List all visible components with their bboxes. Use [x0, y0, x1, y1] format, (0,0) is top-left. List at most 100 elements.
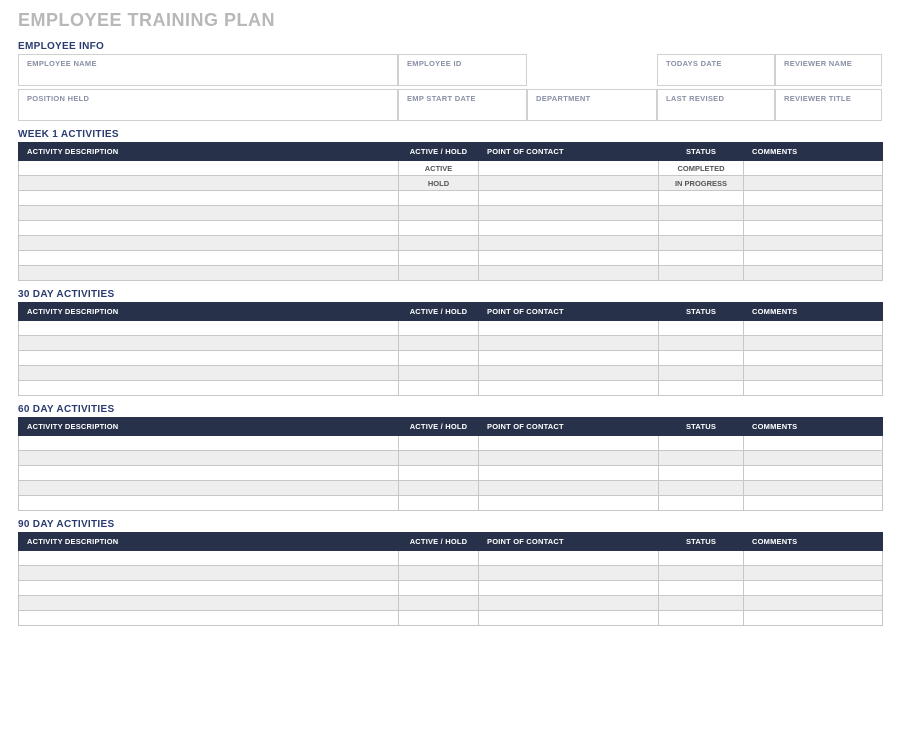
- cell-desc[interactable]: [19, 611, 399, 626]
- value-last-revised[interactable]: [657, 105, 775, 121]
- cell-status[interactable]: IN PROGRESS: [659, 176, 744, 191]
- cell-desc[interactable]: [19, 481, 399, 496]
- cell-contact[interactable]: [479, 581, 659, 596]
- cell-contact[interactable]: [479, 266, 659, 281]
- cell-desc[interactable]: [19, 321, 399, 336]
- cell-status[interactable]: [659, 451, 744, 466]
- cell-contact[interactable]: [479, 481, 659, 496]
- value-position-held[interactable]: [18, 105, 398, 121]
- cell-comments[interactable]: [744, 236, 883, 251]
- cell-contact[interactable]: [479, 466, 659, 481]
- cell-contact[interactable]: [479, 436, 659, 451]
- cell-contact[interactable]: [479, 191, 659, 206]
- cell-contact[interactable]: [479, 336, 659, 351]
- cell-desc[interactable]: [19, 551, 399, 566]
- cell-status[interactable]: [659, 581, 744, 596]
- cell-contact[interactable]: [479, 551, 659, 566]
- cell-contact[interactable]: [479, 321, 659, 336]
- cell-comments[interactable]: [744, 176, 883, 191]
- cell-active[interactable]: [399, 251, 479, 266]
- cell-comments[interactable]: [744, 266, 883, 281]
- cell-contact[interactable]: [479, 161, 659, 176]
- cell-status[interactable]: [659, 366, 744, 381]
- cell-contact[interactable]: [479, 566, 659, 581]
- cell-status[interactable]: [659, 381, 744, 396]
- cell-status[interactable]: [659, 336, 744, 351]
- cell-status[interactable]: [659, 436, 744, 451]
- cell-contact[interactable]: [479, 496, 659, 511]
- cell-active[interactable]: [399, 451, 479, 466]
- cell-desc[interactable]: [19, 221, 399, 236]
- cell-active[interactable]: HOLD: [399, 176, 479, 191]
- cell-active[interactable]: [399, 466, 479, 481]
- cell-active[interactable]: [399, 436, 479, 451]
- cell-status[interactable]: [659, 221, 744, 236]
- cell-status[interactable]: [659, 251, 744, 266]
- cell-comments[interactable]: [744, 251, 883, 266]
- cell-status[interactable]: [659, 236, 744, 251]
- value-employee-name[interactable]: [18, 70, 398, 86]
- cell-desc[interactable]: [19, 436, 399, 451]
- cell-status[interactable]: [659, 551, 744, 566]
- cell-comments[interactable]: [744, 581, 883, 596]
- cell-status[interactable]: [659, 481, 744, 496]
- value-reviewer-name[interactable]: [775, 70, 882, 86]
- cell-active[interactable]: [399, 496, 479, 511]
- cell-contact[interactable]: [479, 381, 659, 396]
- cell-active[interactable]: [399, 551, 479, 566]
- cell-desc[interactable]: [19, 176, 399, 191]
- cell-comments[interactable]: [744, 596, 883, 611]
- cell-desc[interactable]: [19, 366, 399, 381]
- cell-contact[interactable]: [479, 236, 659, 251]
- cell-status[interactable]: [659, 351, 744, 366]
- cell-active[interactable]: [399, 381, 479, 396]
- value-department[interactable]: [527, 105, 657, 121]
- cell-contact[interactable]: [479, 251, 659, 266]
- cell-comments[interactable]: [744, 336, 883, 351]
- cell-comments[interactable]: [744, 496, 883, 511]
- value-employee-id[interactable]: [398, 70, 527, 86]
- cell-comments[interactable]: [744, 611, 883, 626]
- cell-desc[interactable]: [19, 581, 399, 596]
- cell-comments[interactable]: [744, 466, 883, 481]
- cell-active[interactable]: [399, 206, 479, 221]
- cell-status[interactable]: [659, 496, 744, 511]
- cell-active[interactable]: [399, 366, 479, 381]
- cell-comments[interactable]: [744, 191, 883, 206]
- cell-desc[interactable]: [19, 336, 399, 351]
- value-emp-start-date[interactable]: [398, 105, 527, 121]
- cell-desc[interactable]: [19, 191, 399, 206]
- value-todays-date[interactable]: [657, 70, 775, 86]
- cell-contact[interactable]: [479, 221, 659, 236]
- cell-status[interactable]: [659, 466, 744, 481]
- cell-status[interactable]: [659, 266, 744, 281]
- cell-contact[interactable]: [479, 611, 659, 626]
- cell-contact[interactable]: [479, 176, 659, 191]
- cell-desc[interactable]: [19, 236, 399, 251]
- cell-comments[interactable]: [744, 451, 883, 466]
- cell-active[interactable]: [399, 236, 479, 251]
- cell-active[interactable]: [399, 611, 479, 626]
- cell-active[interactable]: [399, 191, 479, 206]
- cell-active[interactable]: [399, 581, 479, 596]
- cell-status[interactable]: [659, 206, 744, 221]
- cell-status[interactable]: [659, 191, 744, 206]
- cell-status[interactable]: COMPLETED: [659, 161, 744, 176]
- cell-active[interactable]: ACTIVE: [399, 161, 479, 176]
- cell-contact[interactable]: [479, 596, 659, 611]
- cell-comments[interactable]: [744, 221, 883, 236]
- cell-comments[interactable]: [744, 436, 883, 451]
- cell-desc[interactable]: [19, 351, 399, 366]
- cell-comments[interactable]: [744, 551, 883, 566]
- cell-active[interactable]: [399, 221, 479, 236]
- cell-desc[interactable]: [19, 496, 399, 511]
- cell-comments[interactable]: [744, 321, 883, 336]
- cell-active[interactable]: [399, 351, 479, 366]
- cell-status[interactable]: [659, 566, 744, 581]
- cell-comments[interactable]: [744, 381, 883, 396]
- cell-comments[interactable]: [744, 161, 883, 176]
- cell-contact[interactable]: [479, 206, 659, 221]
- cell-status[interactable]: [659, 596, 744, 611]
- cell-status[interactable]: [659, 321, 744, 336]
- cell-desc[interactable]: [19, 566, 399, 581]
